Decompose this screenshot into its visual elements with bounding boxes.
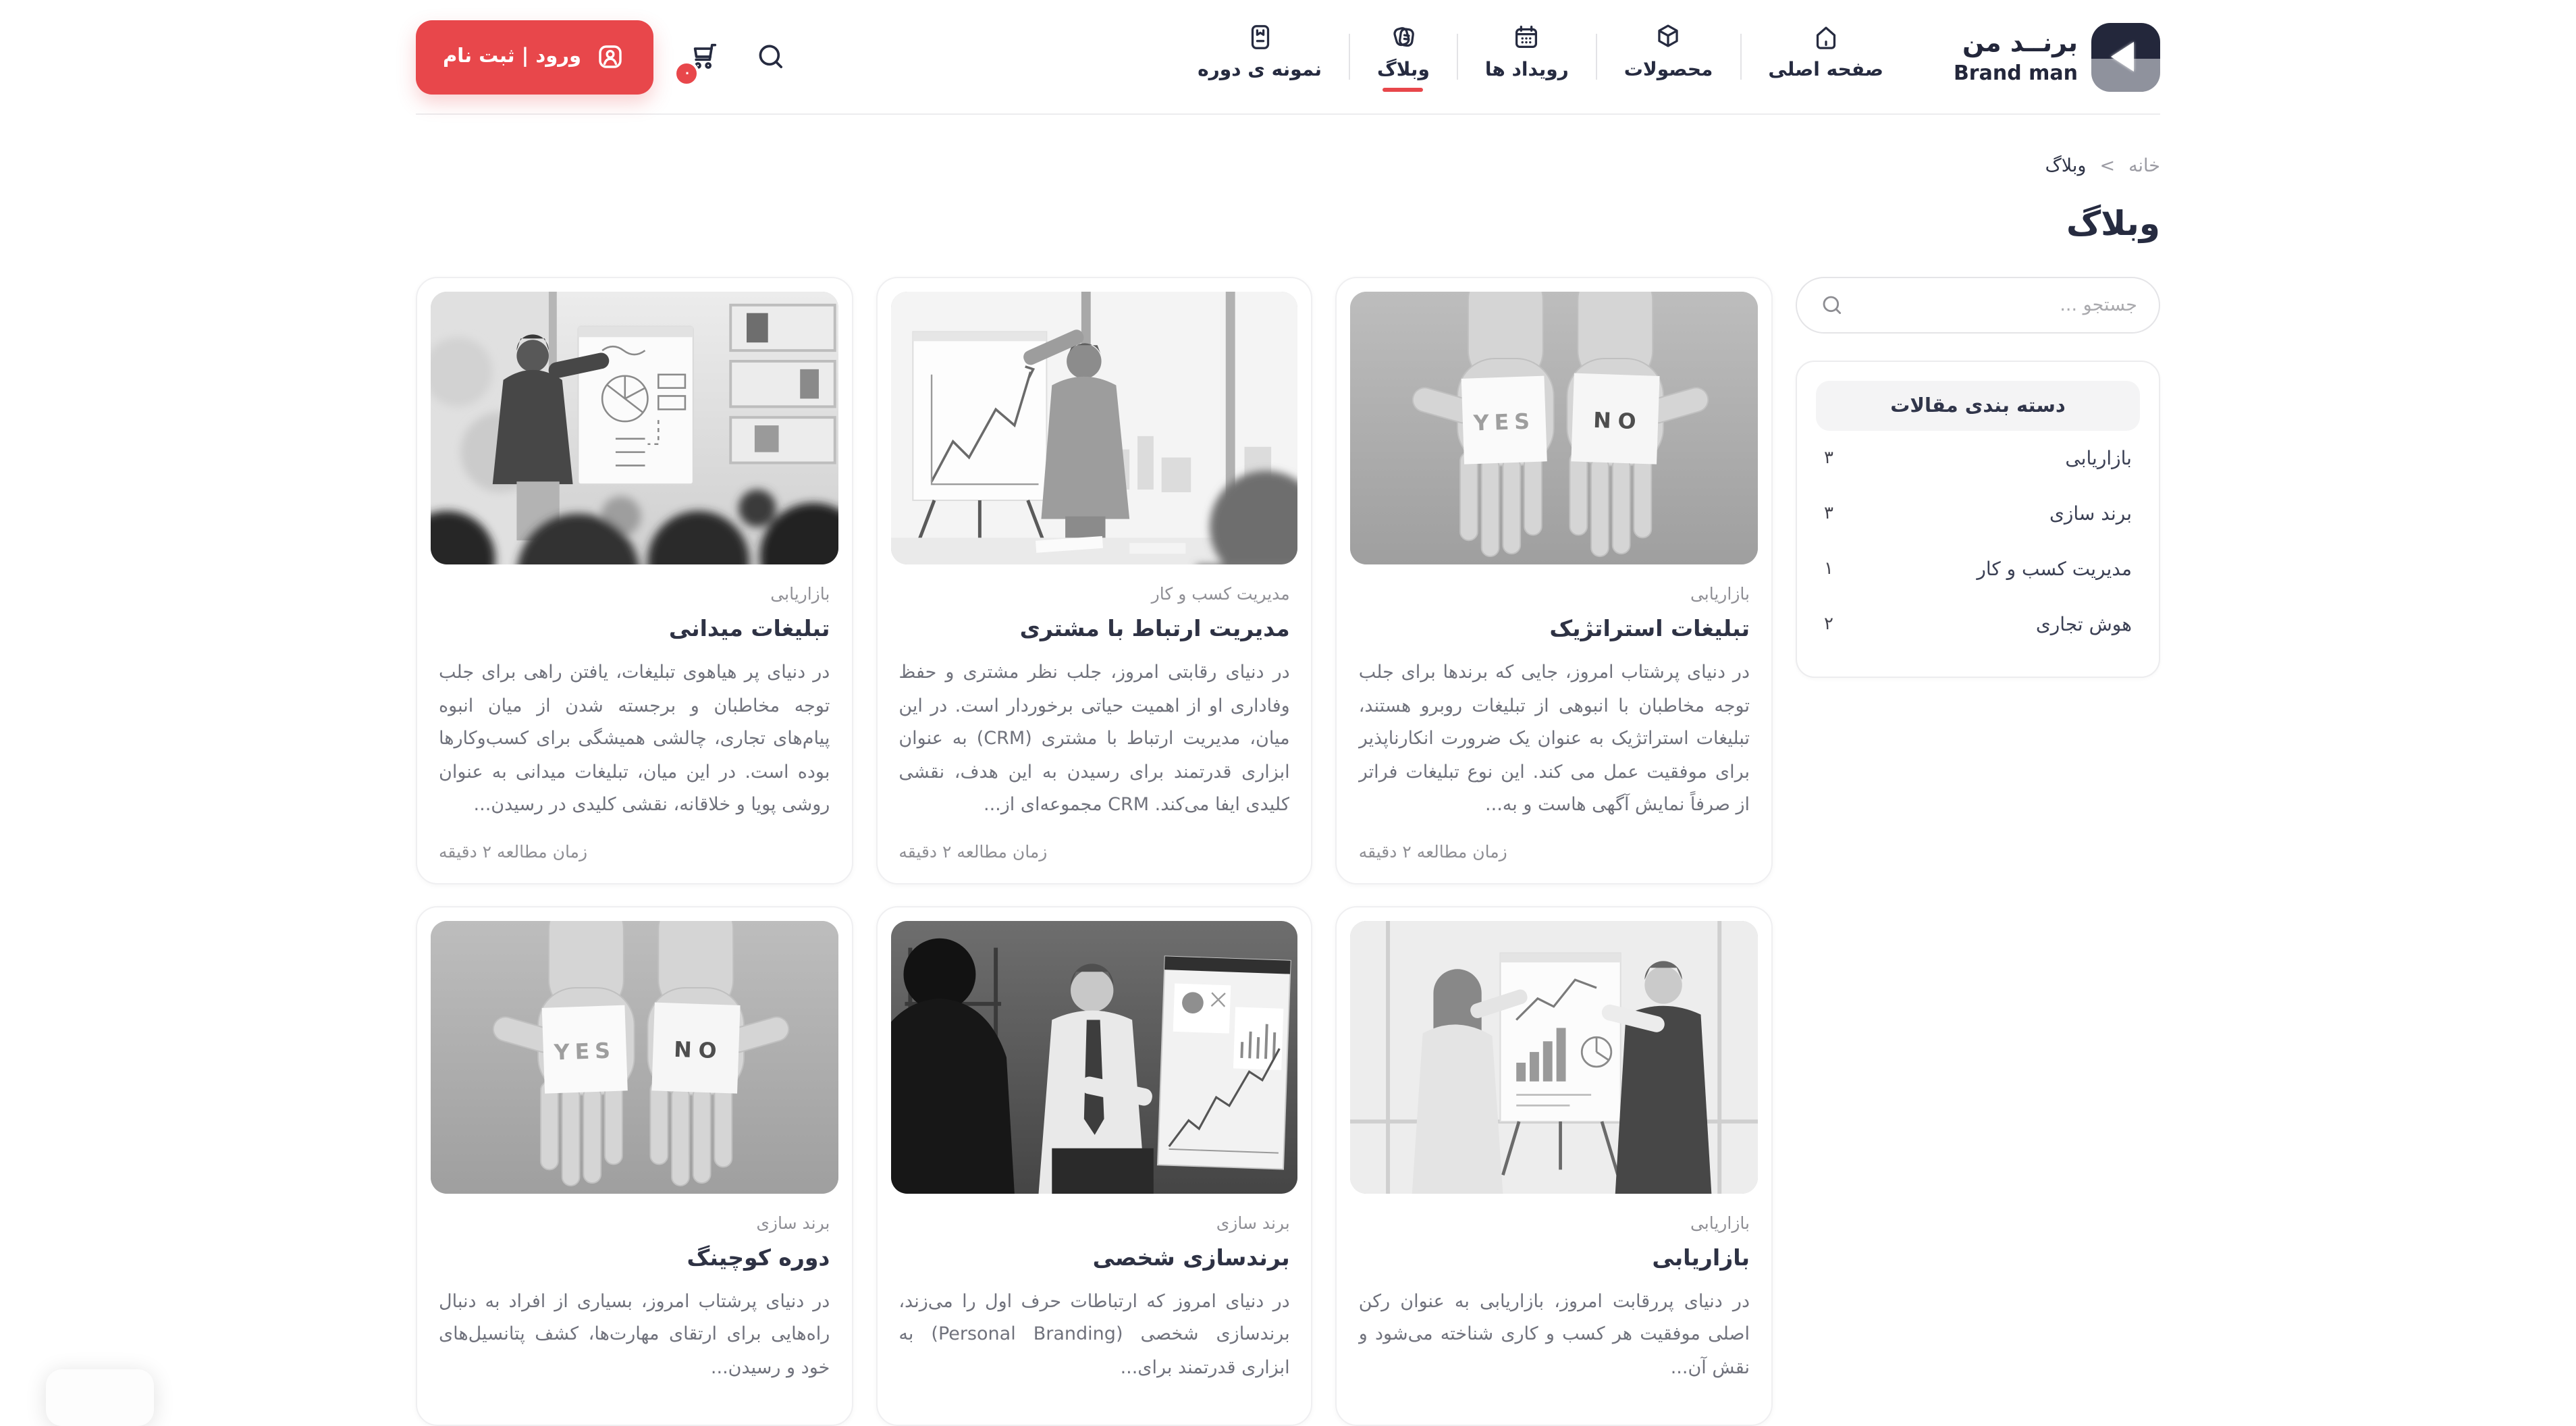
category-item-business-intelligence[interactable]: هوش تجاری ۲	[1816, 597, 2140, 652]
category-item-marketing[interactable]: بازاریابی ۳	[1816, 431, 2140, 486]
post-excerpt: در دنیای پر هیاهوی تبلیغات، یافتن راهی ب…	[439, 656, 830, 822]
post-card-field-advertising[interactable]: بازاریابی تبلیغات میدانی در دنیای پر هیا…	[416, 277, 853, 884]
header: برنــد من Brand man صفحه اصلی	[0, 0, 2576, 115]
events-calendar-icon	[1511, 22, 1542, 53]
post-category[interactable]: بازاریابی	[1359, 583, 1750, 604]
posts-grid: بازاریابی تبلیغات استراتژیک در دنیای پرش…	[416, 277, 1773, 1426]
post-title[interactable]: تبلیغات میدانی	[439, 616, 830, 641]
nav-label: نمونه ی دوره	[1198, 59, 1322, 81]
home-icon	[1810, 22, 1842, 53]
nav-divider	[1457, 34, 1458, 80]
brand-name-fa: برنــد من	[1954, 28, 2078, 61]
brand-logo-icon	[2091, 22, 2160, 91]
nav-label: رویداد ها	[1485, 59, 1569, 81]
search-icon	[754, 39, 789, 74]
nav-divider	[1596, 34, 1597, 80]
post-read-time: زمان مطالعه ۲ دقیقه	[898, 841, 1289, 861]
products-icon	[1653, 22, 1684, 53]
post-image-team-flipchart	[1351, 920, 1758, 1193]
blog-search-box	[1796, 277, 2160, 334]
post-excerpt: در دنیای پرشتاب امروز، بسیاری از افراد ب…	[439, 1285, 830, 1384]
breadcrumb-current: وبلاگ	[2045, 155, 2087, 177]
category-item-business-management[interactable]: مدیریت کسب و کار ۱	[1816, 542, 2140, 597]
post-excerpt: در دنیای پرشتاب امروز، جایی که برندها بر…	[1359, 656, 1750, 822]
category-count: ۳	[1824, 504, 1833, 524]
nav-item-events[interactable]: رویداد ها	[1472, 22, 1582, 92]
nav-active-underline	[1383, 88, 1424, 92]
floating-widget[interactable]	[46, 1369, 154, 1426]
main-nav: صفحه اصلی محصولات	[1184, 22, 1897, 92]
post-category[interactable]: بازاریابی	[439, 583, 830, 604]
post-title[interactable]: برندسازی شخصی	[898, 1244, 1289, 1270]
category-count: ۲	[1824, 614, 1833, 635]
cart-count-badge: ۰	[674, 61, 700, 86]
category-count: ۳	[1824, 448, 1833, 469]
search-icon[interactable]	[1819, 292, 1846, 319]
blog-notes-icon	[1388, 22, 1419, 53]
nav-label: صفحه اصلی	[1768, 59, 1883, 81]
post-excerpt: در دنیای پررقابت امروز، بازاریابی به عنو…	[1359, 1285, 1750, 1384]
post-title[interactable]: دوره کوچینگ	[439, 1244, 830, 1270]
nav-item-blog[interactable]: وبلاگ	[1364, 22, 1443, 92]
post-image-presenter-line-chart	[890, 292, 1297, 564]
post-category[interactable]: بازاریابی	[1359, 1212, 1750, 1232]
post-card-strategic-advertising[interactable]: بازاریابی تبلیغات استراتژیک در دنیای پرش…	[1336, 277, 1773, 884]
nav-divider	[1349, 34, 1350, 80]
post-title[interactable]: بازاریابی	[1359, 1244, 1750, 1270]
categories-title: دسته بندی مقالات	[1816, 381, 2140, 431]
header-actions: ۰ ورود | ثبت نام	[416, 20, 789, 94]
breadcrumb-chevron-icon: >	[2099, 155, 2115, 177]
post-card-marketing[interactable]: بازاریابی بازاریابی در دنیای پررقابت امر…	[1336, 905, 1773, 1426]
breadcrumb: خانه > وبلاگ	[416, 155, 2160, 177]
post-card-coaching-course[interactable]: برند سازی دوره کوچینگ در دنیای پرشتاب ام…	[416, 905, 853, 1426]
nav-label: وبلاگ	[1377, 59, 1430, 81]
category-count: ۱	[1824, 559, 1833, 579]
post-category[interactable]: برند سازی	[898, 1212, 1289, 1232]
play-triangle-icon	[2112, 42, 2135, 72]
sidebar: دسته بندی مقالات بازاریابی ۳ برند سازی ۳…	[1796, 277, 2160, 678]
post-image-presentation-audience	[431, 292, 838, 564]
breadcrumb-home-link[interactable]: خانه	[2128, 155, 2160, 177]
cart-button[interactable]: ۰	[687, 39, 722, 74]
post-image-businessmen-flipchart	[890, 920, 1297, 1193]
nav-label: محصولات	[1624, 59, 1713, 81]
post-read-time: زمان مطالعه ۲ دقیقه	[1359, 841, 1750, 861]
brand-name-en: Brand man	[1954, 60, 2078, 86]
post-image-yes-no-hands	[431, 920, 838, 1193]
category-item-branding[interactable]: برند سازی ۳	[1816, 486, 2140, 542]
post-image-yes-no-hands	[1351, 292, 1758, 564]
user-icon	[595, 41, 627, 73]
post-category[interactable]: برند سازی	[439, 1212, 830, 1232]
nav-item-course-sample[interactable]: نمونه ی دوره	[1184, 22, 1335, 92]
login-signup-button[interactable]: ورود | ثبت نام	[416, 20, 654, 94]
course-sample-icon	[1244, 22, 1275, 53]
page-title: وبلاگ	[416, 204, 2160, 243]
post-card-personal-branding[interactable]: برند سازی برندسازی شخصی در دنیای امروز ک…	[876, 905, 1312, 1426]
brand-logo[interactable]: برنــد من Brand man	[1954, 22, 2160, 91]
post-excerpt: در دنیای رقابتی امروز، جلب نظر مشتری و ح…	[898, 656, 1289, 822]
post-read-time: زمان مطالعه ۲ دقیقه	[439, 841, 830, 861]
post-title[interactable]: تبلیغات استراتژیک	[1359, 616, 1750, 641]
nav-divider	[1740, 34, 1741, 80]
post-card-crm[interactable]: مدیریت کسب و کار مدیریت ارتباط با مشتری …	[876, 277, 1312, 884]
nav-item-home[interactable]: صفحه اصلی	[1754, 22, 1897, 92]
post-excerpt: در دنیای امروز که ارتباطات حرف اول را می…	[898, 1285, 1289, 1384]
nav-item-products[interactable]: محصولات	[1611, 22, 1727, 92]
header-search-button[interactable]	[754, 39, 789, 74]
login-signup-label: ورود | ثبت نام	[443, 46, 581, 68]
blog-search-input[interactable]	[1856, 294, 2137, 316]
page: برنــد من Brand man صفحه اصلی	[0, 0, 2576, 1399]
categories-panel: دسته بندی مقالات بازاریابی ۳ برند سازی ۳…	[1796, 361, 2160, 678]
post-title[interactable]: مدیریت ارتباط با مشتری	[898, 616, 1289, 641]
nav-active-underline	[1806, 88, 1846, 92]
post-category[interactable]: مدیریت کسب و کار	[898, 583, 1289, 604]
